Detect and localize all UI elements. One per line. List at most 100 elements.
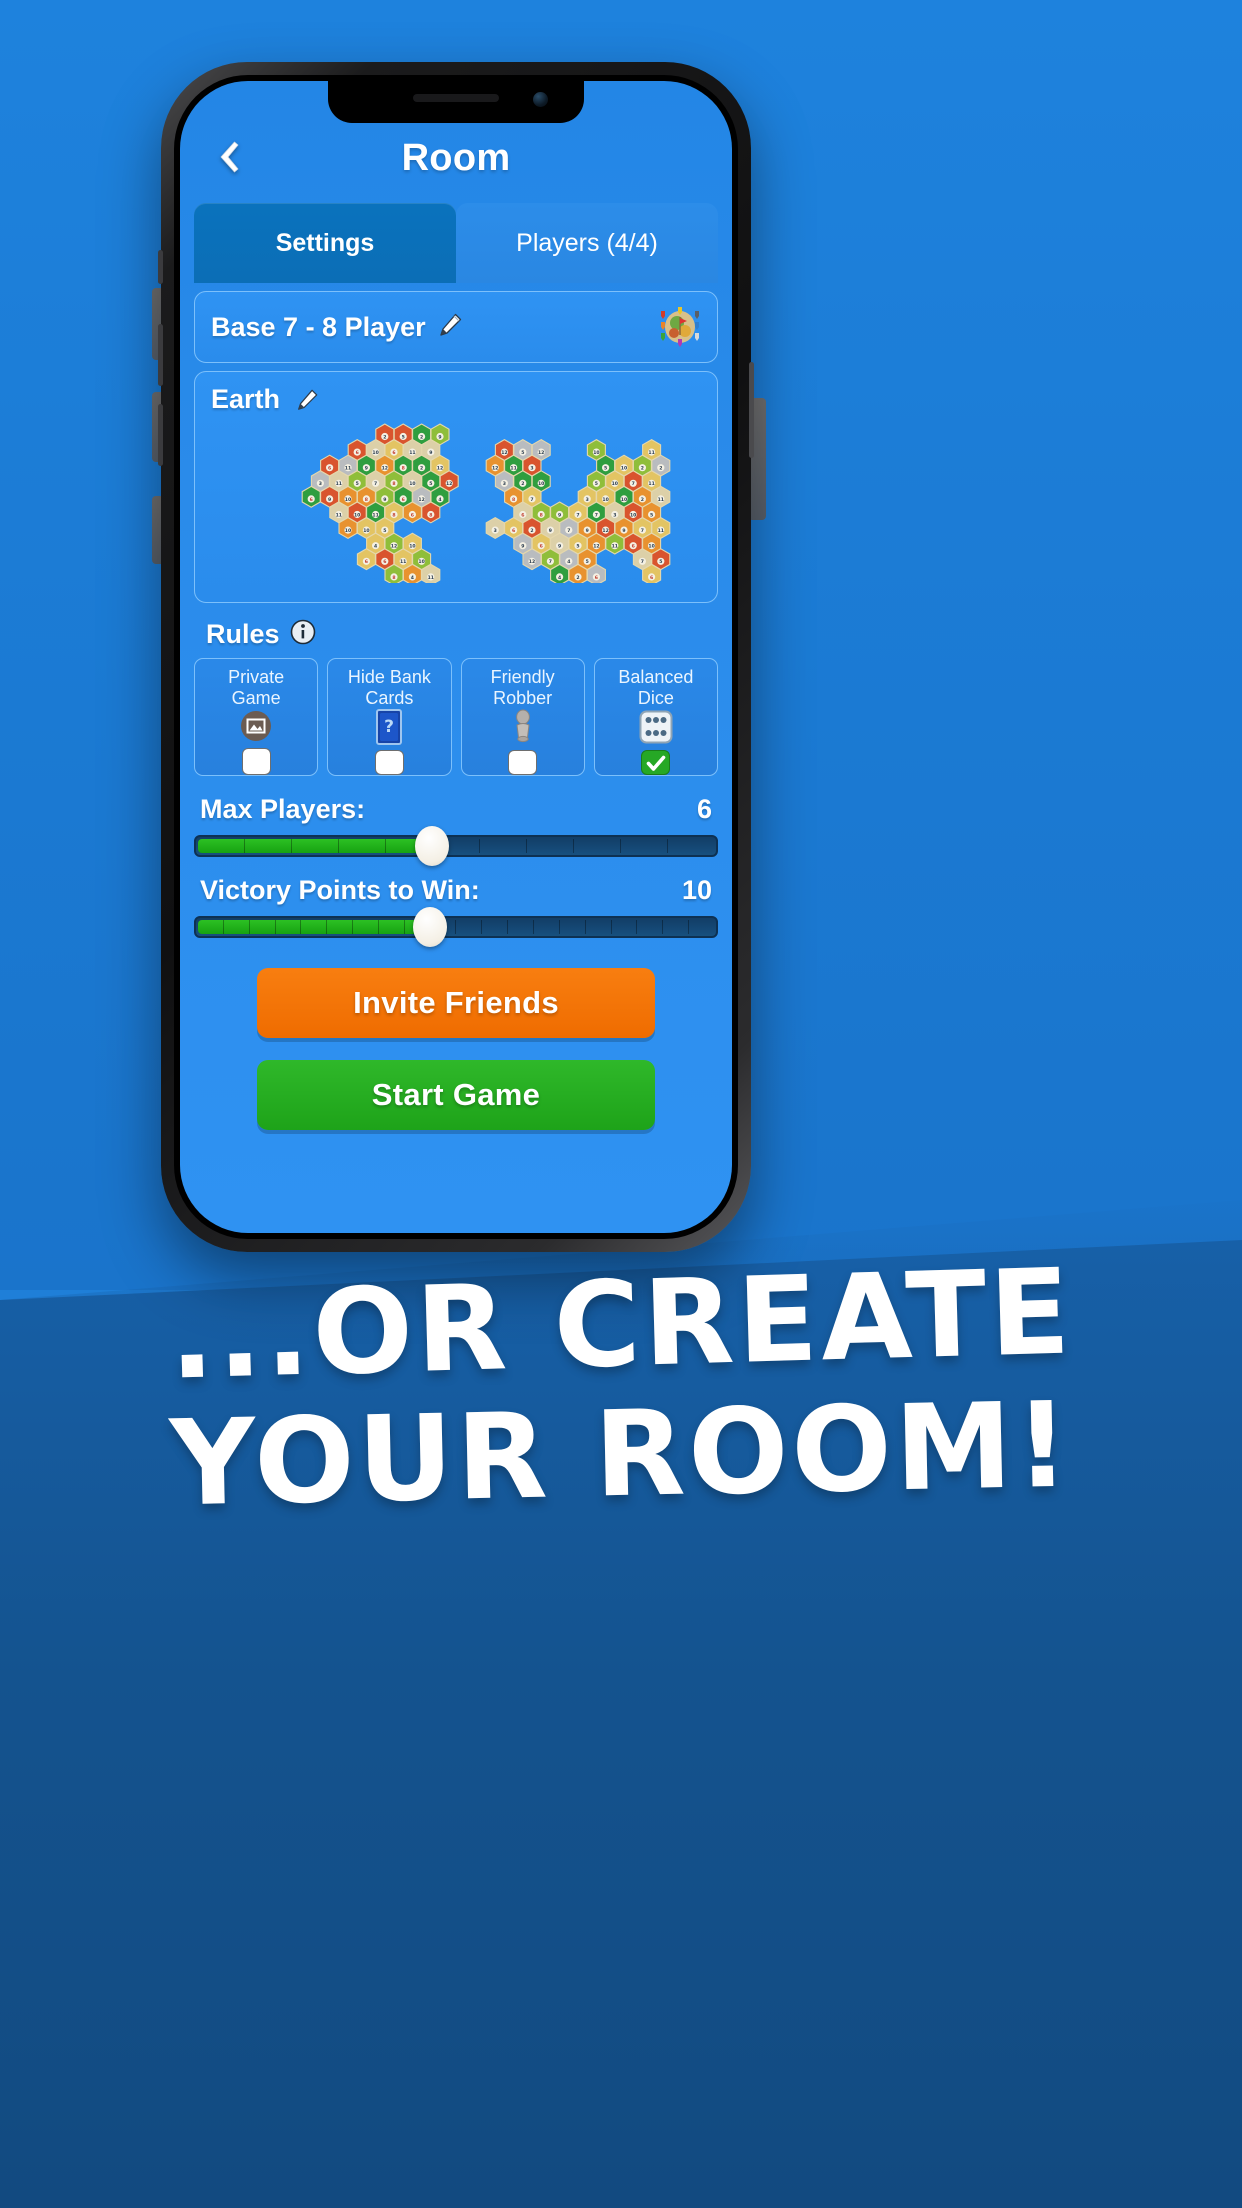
scenario-label: Base 7 - 8 Player	[211, 311, 426, 342]
svg-text:2: 2	[641, 497, 644, 503]
svg-text:11: 11	[658, 497, 664, 503]
max-players-slider-block: Max Players: 6	[194, 794, 718, 866]
svg-text:10: 10	[630, 512, 636, 518]
rule-friendly-robber[interactable]: Friendly Robber	[460, 658, 585, 776]
phone-screen: Room Settings Players (4/4) Base 7 - 8 P…	[180, 81, 732, 1233]
phone-volume-up-button	[158, 324, 163, 386]
earpiece-speaker-icon	[413, 94, 499, 102]
start-game-button[interactable]: Start Game	[257, 1060, 655, 1130]
svg-text:6: 6	[632, 544, 635, 550]
rule-hide-bank-cards[interactable]: Hide Bank Cards ?	[327, 658, 452, 776]
victory-points-slider[interactable]	[194, 907, 718, 947]
slider-tick	[339, 839, 386, 853]
svg-text:12: 12	[529, 559, 535, 565]
svg-text:10: 10	[602, 497, 608, 503]
svg-text:7: 7	[641, 528, 644, 534]
slider-tick	[560, 920, 586, 934]
slider-knob[interactable]	[413, 907, 447, 947]
svg-text:3: 3	[586, 497, 589, 503]
svg-text:5: 5	[521, 450, 524, 456]
slider-tick	[223, 920, 250, 934]
svg-text:3: 3	[503, 481, 506, 487]
rules-grid: Private Game Hide Bank Cards ? Friendly …	[194, 658, 718, 776]
slider-tick	[456, 920, 483, 934]
slider-tick	[353, 920, 379, 934]
rule-checkbox[interactable]	[641, 750, 671, 775]
svg-text:12: 12	[391, 544, 397, 550]
slider-tick	[574, 839, 621, 853]
svg-text:4: 4	[567, 559, 570, 565]
max-players-slider[interactable]	[194, 826, 718, 866]
svg-text:3: 3	[530, 466, 533, 472]
svg-text:6: 6	[512, 528, 515, 534]
victory-points-header: Victory Points to Win: 10	[194, 875, 718, 906]
svg-text:7: 7	[595, 512, 598, 518]
svg-text:11: 11	[336, 512, 342, 518]
svg-text:7: 7	[549, 559, 552, 565]
svg-text:10: 10	[612, 481, 618, 487]
svg-text:10: 10	[354, 512, 360, 518]
map-card[interactable]: Earth 2 5 2 9 6 10 6 11 9 12 5 12 10 11 …	[194, 371, 718, 603]
max-players-label: Max Players:	[200, 794, 366, 824]
dice-icon	[639, 710, 673, 744]
svg-text:11: 11	[510, 466, 516, 472]
svg-text:5: 5	[659, 559, 662, 565]
rule-label: Friendly Robber	[490, 667, 555, 708]
svg-text:9: 9	[558, 544, 561, 550]
svg-text:2: 2	[420, 466, 423, 472]
svg-text:10: 10	[418, 559, 424, 565]
svg-text:2: 2	[383, 434, 386, 440]
svg-text:11: 11	[409, 450, 415, 456]
tab-settings[interactable]: Settings	[194, 203, 456, 283]
svg-text:2: 2	[641, 466, 644, 472]
rule-balanced-dice[interactable]: Balanced Dice	[593, 658, 718, 776]
info-icon[interactable]	[290, 619, 316, 650]
svg-text:7: 7	[632, 481, 635, 487]
svg-text:?: ?	[384, 717, 394, 737]
svg-text:2: 2	[576, 575, 579, 581]
svg-text:6: 6	[310, 497, 313, 503]
invite-friends-button[interactable]: Invite Friends	[257, 968, 655, 1038]
svg-text:6: 6	[650, 575, 653, 581]
svg-text:12: 12	[501, 450, 507, 456]
svg-text:8: 8	[392, 481, 395, 487]
svg-text:6: 6	[540, 544, 543, 550]
svg-text:6: 6	[356, 450, 359, 456]
rule-checkbox[interactable]	[241, 748, 271, 775]
question-card-icon: ?	[376, 709, 403, 745]
svg-text:7: 7	[567, 528, 570, 534]
image-placeholder-icon	[240, 710, 272, 742]
phone-power-button	[749, 362, 754, 458]
victory-points-value: 10	[681, 875, 712, 905]
slider-tick	[198, 839, 245, 853]
promo-headline: ...OR CREATE YOUR ROOM!	[0, 1242, 1242, 1532]
board-thumbnail-icon	[657, 307, 703, 347]
svg-text:2: 2	[659, 466, 662, 472]
rule-checkbox[interactable]	[508, 750, 538, 775]
slider-tick	[245, 839, 292, 853]
svg-text:3: 3	[319, 481, 322, 487]
svg-text:5: 5	[576, 544, 579, 550]
phone-mute-switch	[158, 250, 163, 284]
tab-players[interactable]: Players (4/4)	[456, 203, 718, 283]
svg-text:9: 9	[328, 497, 331, 503]
svg-text:9: 9	[429, 450, 432, 456]
svg-text:6: 6	[392, 450, 395, 456]
slider-knob[interactable]	[415, 826, 450, 866]
slider-tick	[689, 920, 714, 934]
svg-text:7: 7	[576, 512, 579, 518]
svg-text:12: 12	[538, 450, 544, 456]
svg-text:6: 6	[328, 466, 331, 472]
svg-text:12: 12	[437, 466, 443, 472]
slider-tick	[480, 839, 527, 853]
pencil-icon[interactable]	[437, 312, 463, 343]
svg-text:2: 2	[521, 481, 524, 487]
robber-pawn-icon	[512, 709, 534, 744]
rule-checkbox[interactable]	[374, 750, 404, 775]
svg-text:11: 11	[612, 544, 618, 550]
scenario-row[interactable]: Base 7 - 8 Player	[194, 291, 718, 363]
svg-text:8: 8	[365, 497, 368, 503]
rule-private-game[interactable]: Private Game	[194, 658, 319, 776]
pencil-icon[interactable]	[295, 388, 319, 417]
victory-points-slider-block: Victory Points to Win: 10	[194, 875, 718, 947]
